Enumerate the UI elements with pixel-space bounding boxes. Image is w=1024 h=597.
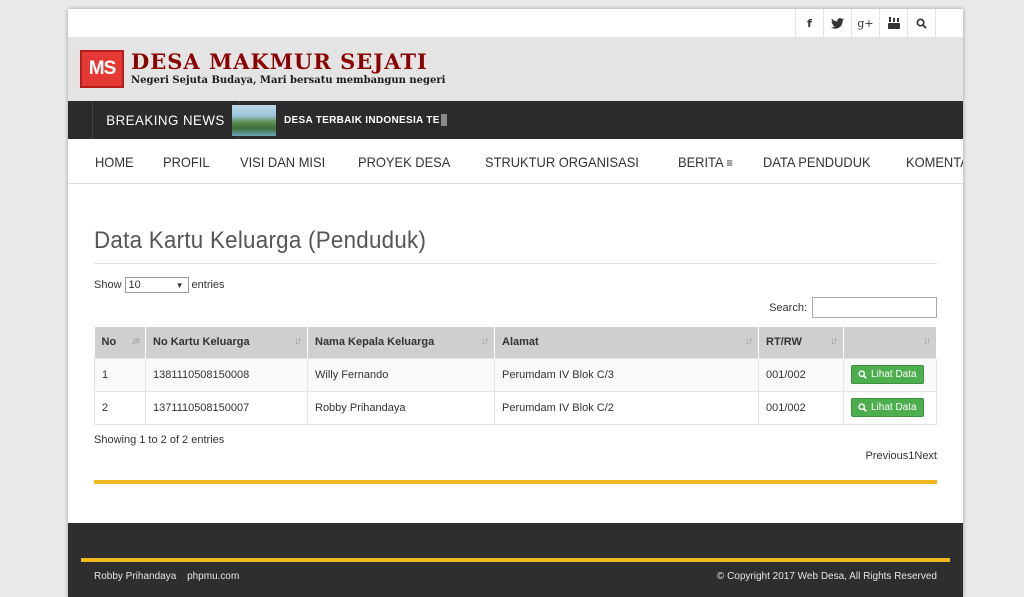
cell-alamat: Perumdam IV Blok C/3 [494,357,759,392]
nav-item-struktur-organisasi[interactable]: STRUKTUR ORGANISASI [485,154,639,170]
sort-icon: ↓↑ [923,336,931,347]
main-nav: HOME PROFIL VISI DAN MISI PROYEK DESA ST… [68,139,963,184]
col-header-rtrw[interactable]: RT/RW ↓↑ [758,327,844,358]
entries-value: 10 [128,279,141,291]
search-icon [858,403,867,412]
gplus-glyph: g+ [857,16,874,30]
col-label: No Kartu Keluarga [153,336,250,349]
top-bar: f g+ [68,9,963,37]
search-label: Search: [769,301,807,314]
menu-icon: ≡ [726,155,733,170]
cell-nama: Willy Fernando [307,357,495,392]
nav-item-visi-misi[interactable]: VISI DAN MISI [240,154,325,170]
breaking-news-thumbnail[interactable] [232,105,276,136]
sort-icon: ↓↑ [481,336,489,347]
facebook-glyph: f [807,16,812,30]
col-label: RT/RW [766,336,802,349]
site-logo[interactable]: MS [80,50,124,88]
footer-copyright: © Copyright 2017 Web Desa, All Rights Re… [716,571,937,582]
logo-text: MS [88,58,116,79]
data-table: No ↓≡ No Kartu Keluarga ↓↑ Nama Kepala Kel… [94,327,937,425]
lihat-data-button[interactable]: Lihat Data [851,365,924,384]
page-container: f g+ MS DESA MAKMUR SEJATI Negeri Sejuta… [68,9,963,597]
search-input[interactable] [812,297,937,318]
col-header-action[interactable]: ↓↑ [843,327,937,358]
footer-divider [81,558,950,562]
col-header-no[interactable]: No ↓≡ [94,327,146,358]
sort-asc-icon: ↓≡ [131,336,140,347]
entries-select[interactable]: 10 ▼ [124,277,189,293]
chevron-down-icon: ▼ [175,280,184,290]
pagination-next[interactable]: Next [914,450,937,462]
cell-rtrw: 001/002 [758,390,844,425]
col-label: Alamat [502,336,539,349]
cell-alamat: Perumdam IV Blok C/2 [494,390,759,425]
headline-text: DESA TERBAIK INDONESIA TE [284,114,440,126]
breaking-news-label: BREAKING NEWS [92,101,240,139]
twitter-icon[interactable] [824,9,852,37]
content-divider [94,480,937,484]
nav-item-home[interactable]: HOME [95,154,134,170]
table-header-row: No ↓≡ No Kartu Keluarga ↓↑ Nama Kepala Kel… [94,327,937,358]
cell-action: Lihat Data [843,357,937,392]
button-label: Lihat Data [871,369,917,380]
nav-item-proyek-desa[interactable]: PROYEK DESA [358,154,450,170]
table-row: 1 1381110508150008 Willy Fernando Perumd… [94,357,937,392]
cell-nama: Robby Prihandaya [307,390,495,425]
cell-kk: 1371110508150007 [145,390,308,425]
col-header-alamat[interactable]: Alamat ↓↑ [494,327,759,358]
search-icon [858,370,867,379]
col-label: No [101,336,117,349]
ticker-cursor [440,114,447,126]
col-header-nama[interactable]: Nama Kepala Keluarga ↓↑ [307,327,495,358]
breaking-news-bar: BREAKING NEWS DESA TERBAIK INDONESIA TE [68,101,963,139]
nav-item-berita[interactable]: BERITA ≡ [678,154,733,170]
footer-site-link[interactable]: phpmu.com [187,571,239,582]
nav-item-komentar-saran[interactable]: KOMENTAR DAN SARAN [906,154,963,170]
show-label: Show [94,279,122,291]
site-tagline: Negeri Sejuta Budaya, Mari bersatu memba… [131,75,446,86]
lihat-data-button[interactable]: Lihat Data [851,398,924,417]
heading-divider [94,263,937,264]
pagination-previous[interactable]: Previous [865,450,908,462]
table-row: 2 1371110508150007 Robby Prihandaya Peru… [94,390,937,425]
nav-item-profil[interactable]: PROFIL [163,154,210,170]
sort-icon: ↓↑ [745,336,753,347]
cell-rtrw: 001/002 [758,357,844,392]
button-label: Lihat Data [871,402,917,413]
sort-icon: ↓↑ [830,336,838,347]
nav-item-data-penduduk[interactable]: DATA PENDUDUK [763,154,871,170]
footer-credits: Robby Prihandaya phpmu.com [94,571,247,582]
page-title: Data Kartu Keluarga (Penduduk) [94,227,427,254]
site-header: MS DESA MAKMUR SEJATI Negeri Sejuta Buda… [68,37,963,101]
nav-berita-label: BERITA [677,153,724,170]
breaking-news-headline[interactable]: DESA TERBAIK INDONESIA TE [284,101,447,139]
entries-label: entries [191,279,225,291]
pagination: Previous 1 Next [865,450,937,462]
youtube-icon[interactable] [880,9,908,37]
col-label: Nama Kepala Keluarga [315,336,435,349]
cell-action: Lihat Data [843,390,937,425]
search-icon[interactable] [908,9,936,37]
site-title[interactable]: DESA MAKMUR SEJATI [131,51,428,73]
site-footer: Robby Prihandaya phpmu.com © Copyright 2… [68,523,963,597]
facebook-icon[interactable]: f [796,9,824,37]
cell-no: 1 [94,357,146,392]
sort-icon: ↓↑ [294,336,302,347]
table-search: Search: [769,297,937,318]
col-header-no-kk[interactable]: No Kartu Keluarga ↓↑ [145,327,308,358]
google-plus-icon[interactable]: g+ [852,9,880,37]
cell-no: 2 [94,390,146,425]
footer-author[interactable]: Robby Prihandaya [94,571,176,582]
show-entries-control: Show 10 ▼ entries [94,277,225,293]
social-links: f g+ [795,9,936,37]
table-info: Showing 1 to 2 of 2 entries [94,434,225,446]
cell-kk: 1381110508150008 [145,357,308,392]
